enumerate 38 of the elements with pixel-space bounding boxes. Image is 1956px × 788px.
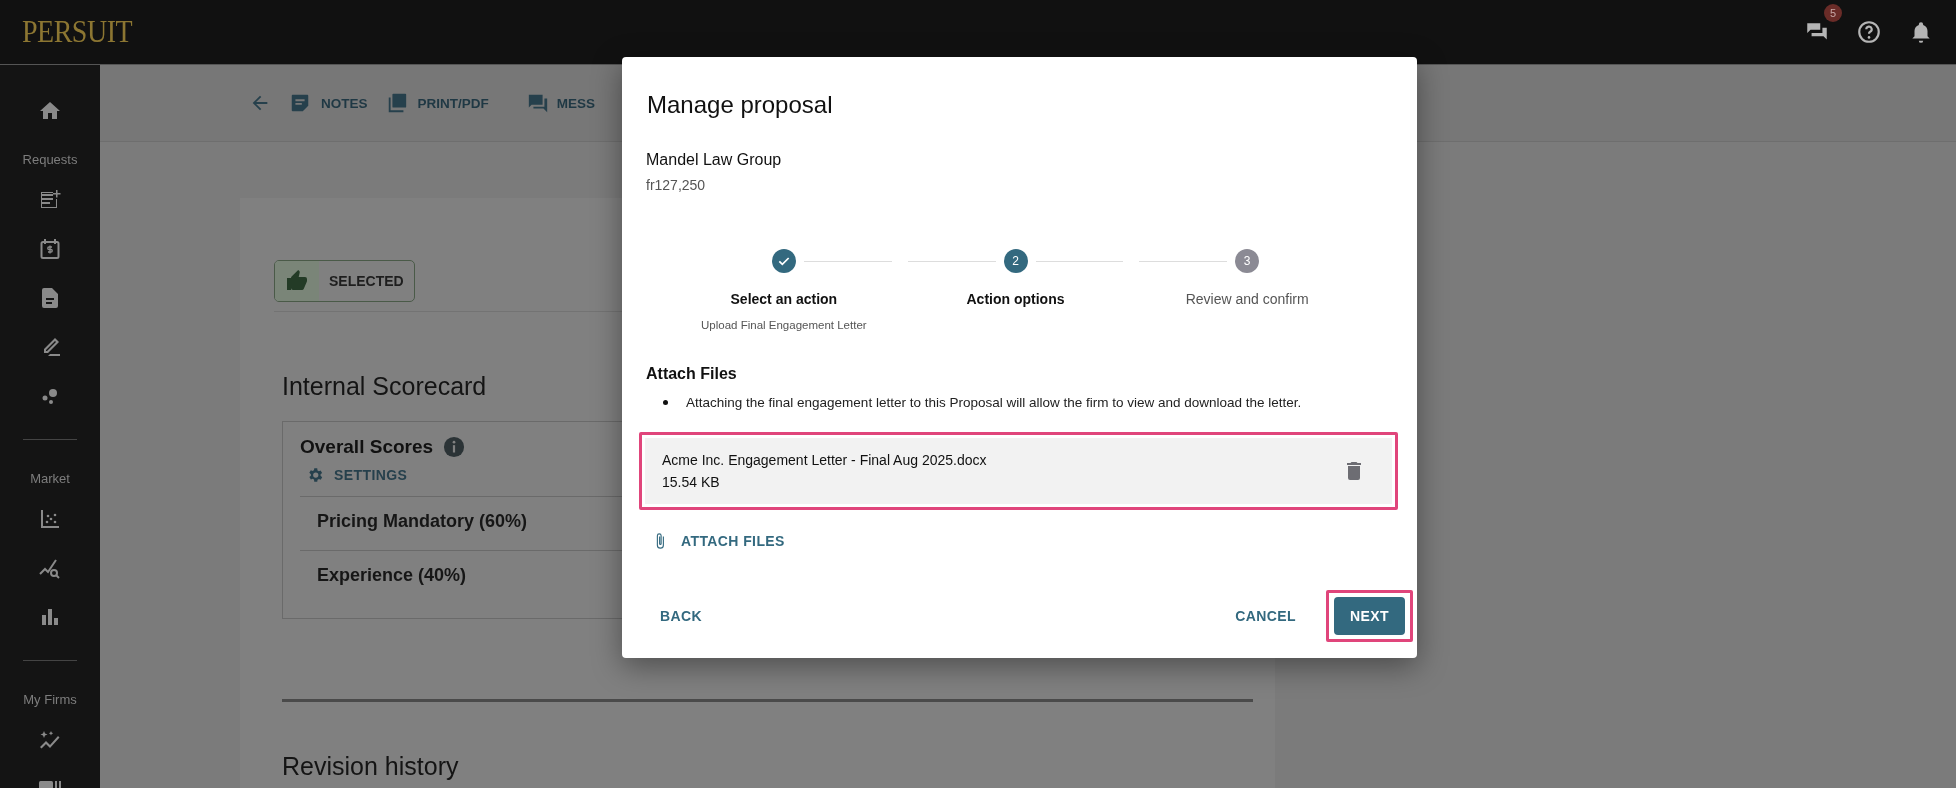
step-circle: 2 bbox=[1003, 249, 1028, 273]
selected-status-chip[interactable]: SELECTED bbox=[274, 260, 415, 302]
dialog-title: Manage proposal bbox=[647, 91, 834, 119]
file-size: 15.54 KB bbox=[662, 474, 721, 490]
firm-name: Mandel Law Group bbox=[646, 151, 783, 169]
notes-button[interactable]: NOTES bbox=[289, 92, 368, 114]
sidebar-section-label: Market bbox=[30, 471, 70, 486]
messages-button[interactable]: MESS bbox=[526, 92, 596, 114]
panel-title: Overall Scores bbox=[300, 436, 434, 458]
logo[interactable]: PERSUIT bbox=[22, 14, 133, 50]
bullet-icon bbox=[663, 400, 668, 405]
step-label: Review and confirm bbox=[1185, 291, 1309, 307]
step-label: Select an action bbox=[730, 291, 838, 307]
help-icon[interactable] bbox=[1856, 19, 1882, 45]
step-sublabel: Upload Final Engagement Letter bbox=[701, 319, 867, 331]
settings-link[interactable]: SETTINGS bbox=[300, 466, 408, 484]
chat-icon bbox=[526, 92, 549, 114]
step-label: Action options bbox=[966, 291, 1065, 307]
file-name: Acme Inc. Engagement Letter - Final Aug 2025.docx bbox=[662, 452, 988, 468]
section-title: Revision history bbox=[282, 752, 459, 781]
section-title: Attach Files bbox=[646, 365, 738, 383]
thumbs-up-icon bbox=[285, 269, 309, 293]
cancel-button[interactable]: CANCEL bbox=[1221, 600, 1311, 632]
notification-badge: 5 bbox=[1824, 4, 1842, 22]
step-circle: 3 bbox=[1235, 249, 1260, 273]
next-button[interactable]: NEXT bbox=[1334, 597, 1405, 635]
note-icon bbox=[289, 92, 311, 114]
back-button[interactable]: BACK bbox=[646, 600, 717, 632]
section-title: Internal Scorecard bbox=[282, 372, 487, 401]
pdf-button[interactable]: PRINT/PDF bbox=[385, 92, 489, 114]
info-icon[interactable] bbox=[443, 436, 466, 458]
sidebar-section-label: My Firms bbox=[23, 692, 77, 707]
scatter-chart-icon[interactable] bbox=[38, 507, 62, 531]
instruction-text: Attaching the final engagement letter to this Proposal will allow the firm to view and download the letter. bbox=[686, 395, 1302, 410]
sidebar-section-label: Requests bbox=[22, 152, 78, 167]
calendar-dollar-icon[interactable] bbox=[38, 237, 62, 261]
settings-icon bbox=[306, 466, 324, 484]
proposal-amount: fr127,250 bbox=[646, 177, 707, 193]
